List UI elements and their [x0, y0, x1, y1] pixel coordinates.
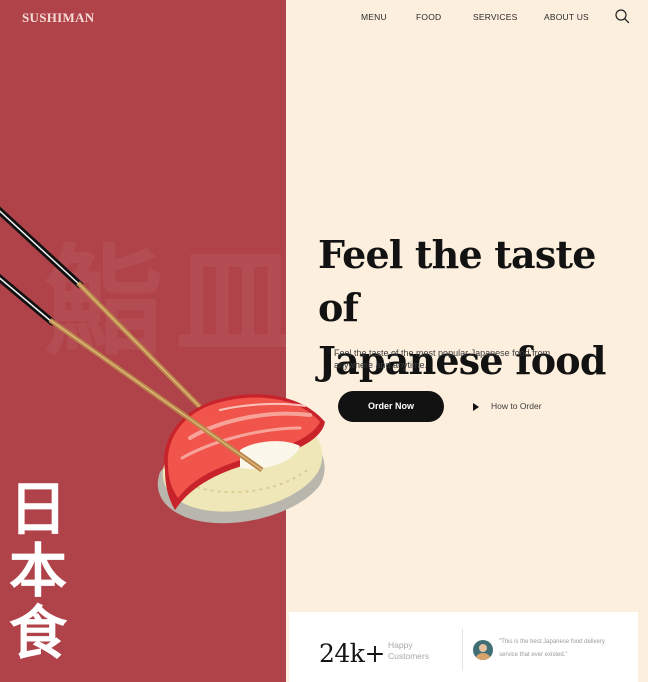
customer-count: 24k+ — [319, 639, 385, 668]
kanji-hon: 本 — [8, 537, 67, 605]
testimonial-quote: "This is the best Japanese food delivery… — [499, 639, 605, 658]
how-to-order-label: How to Order — [491, 401, 542, 411]
order-now-button[interactable]: Order Now — [338, 391, 444, 422]
hero-title-line1: Feel the taste of — [318, 232, 596, 330]
nav-item-services[interactable]: SERVICES — [473, 12, 517, 22]
kanji-nichi: 日 — [8, 475, 67, 543]
nav-item-about-us[interactable]: ABOUT US — [544, 12, 589, 22]
nav-item-food[interactable]: FOOD — [416, 12, 441, 22]
stats-divider — [462, 629, 463, 671]
search-button[interactable] — [614, 8, 630, 24]
search-icon — [615, 9, 630, 24]
stats-card: 24k+ Happy Customers "This is the best J… — [289, 612, 638, 682]
main-nav: MENU FOOD SERVICES ABOUT US — [0, 12, 648, 26]
customer-avatar — [473, 640, 493, 660]
kanji-shoku: 食 — [8, 599, 67, 667]
customer-count-label: Happy Customers — [388, 640, 430, 661]
hero-subtitle: Feel the taste of the most popular Japan… — [334, 348, 551, 370]
chopsticks-front-icon — [0, 273, 264, 473]
vertical-kanji: 日 本 食 — [8, 478, 68, 664]
nav-item-menu[interactable]: MENU — [361, 12, 387, 22]
play-icon[interactable] — [466, 397, 485, 416]
